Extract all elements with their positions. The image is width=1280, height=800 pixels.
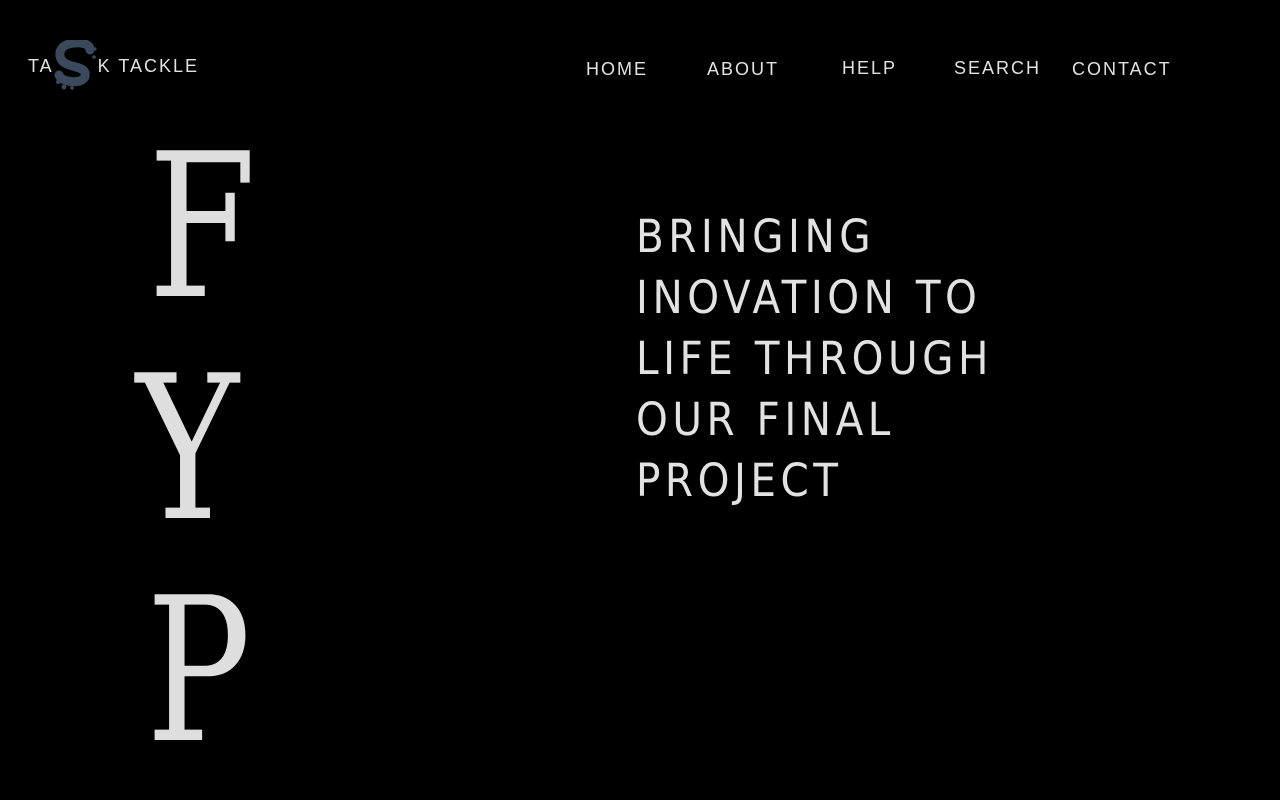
hero-letter-f: F: [148, 111, 257, 344]
nav-link-help[interactable]: HELP: [842, 58, 897, 79]
nav-link-search[interactable]: SEARCH: [954, 58, 1041, 79]
tagline-line: LIFE THROUGH: [636, 332, 993, 385]
tagline-line: INOVATION TO: [636, 271, 982, 324]
hero-tagline: BRINGING INOVATION TO LIFE THROUGH OUR F…: [636, 206, 1196, 511]
tagline-line: BRINGING: [636, 210, 876, 263]
nav-link-about[interactable]: ABOUT: [707, 59, 779, 80]
tagline-line: OUR FINAL: [636, 393, 895, 446]
hero-letter-p: P: [146, 555, 251, 788]
hero-letter-y: Y: [136, 333, 239, 566]
tagline-line: PROJECT: [636, 454, 843, 507]
site-logo[interactable]: TA K TACKLE: [28, 40, 199, 92]
logo-text-prefix: TA: [28, 55, 54, 76]
nav-link-contact[interactable]: CONTACT: [1072, 59, 1172, 80]
s-logo-icon: [54, 40, 100, 92]
nav-link-home[interactable]: HOME: [586, 59, 648, 80]
logo-text-suffix: K TACKLE: [97, 55, 200, 76]
